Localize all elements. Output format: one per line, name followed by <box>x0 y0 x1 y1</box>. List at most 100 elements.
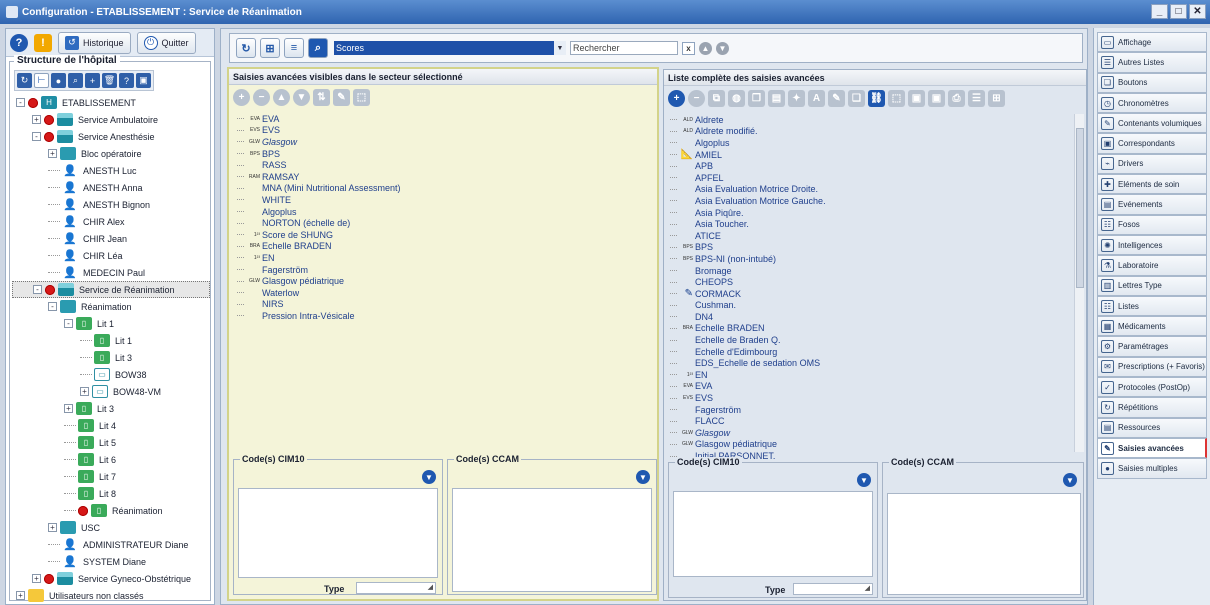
tree-node[interactable]: + ▯ Lit 3 <box>12 400 210 417</box>
search-button[interactable]: ⌕ <box>308 38 328 58</box>
tree-node[interactable]: + USC <box>12 519 210 536</box>
list-item[interactable]: Echelle d'Edimbourg <box>670 346 1070 358</box>
list-item[interactable]: 1²³ EN <box>670 369 1070 381</box>
globe-icon[interactable]: ◍ <box>728 89 745 107</box>
paste-icon[interactable]: ▤ <box>768 89 785 107</box>
list-item[interactable]: BPS BPS <box>670 242 1070 254</box>
menu-item-m-dicaments[interactable]: ▦ Médicaments <box>1097 316 1207 337</box>
expand-icon[interactable]: + <box>48 523 57 532</box>
expand-icon[interactable]: + <box>16 591 25 600</box>
expand-icon[interactable]: + <box>64 404 73 413</box>
ccam-box[interactable] <box>452 488 652 592</box>
tree-node[interactable]: ▯ Réanimation <box>12 502 210 519</box>
tree-node[interactable]: ▯ Lit 5 <box>12 434 210 451</box>
menu-item-saisies-avanc-es[interactable]: ✎ Saisies avancées <box>1097 437 1207 459</box>
download-icon[interactable]: ▼ <box>857 473 871 487</box>
list-item[interactable]: GLW Glasgow pédiatrique <box>237 275 647 287</box>
menu-item-fosos[interactable]: ☷ Fosos <box>1097 214 1207 235</box>
menu-item-affichage[interactable]: ▭ Affichage <box>1097 32 1207 53</box>
list-item[interactable]: ATICE <box>670 230 1070 242</box>
help-small-icon[interactable]: ? <box>119 73 134 88</box>
download-icon[interactable]: ▼ <box>422 470 436 484</box>
menu-item-correspondants[interactable]: ▣ Correspondants <box>1097 133 1207 154</box>
select-icon[interactable]: ⬚ <box>888 89 905 107</box>
delete-icon[interactable]: 🗑 <box>102 73 117 88</box>
menu-item-protocoles-postop-[interactable]: ✓ Protocoles (PostOp) <box>1097 377 1207 398</box>
warning-icon[interactable]: ! <box>34 33 52 52</box>
list-item[interactable]: 1²³ EN <box>237 252 647 264</box>
tree-node[interactable]: 👤 CHIR Alex <box>12 213 210 230</box>
download-icon[interactable]: ▼ <box>1063 473 1077 487</box>
menu-item-autres-listes[interactable]: ☰ Autres Listes <box>1097 52 1207 73</box>
tree-node[interactable]: 👤 MEDECIN Paul <box>12 264 210 281</box>
list-item[interactable]: Fagerström <box>237 264 647 276</box>
list-item[interactable]: Fagerström <box>670 404 1070 416</box>
tree-node[interactable]: 👤 ANESTH Luc <box>12 162 210 179</box>
list-item[interactable]: Pression Intra-Vésicale <box>237 310 647 322</box>
duplicate-icon[interactable]: ⧉ <box>708 89 725 107</box>
category-select[interactable]: Scores ▼ <box>334 41 566 55</box>
list-item[interactable]: NORTON (échelle de) <box>237 217 647 229</box>
list-item[interactable]: EVA EVA <box>237 113 647 125</box>
export-icon[interactable]: ▣ <box>136 73 151 88</box>
menu-item-lettres-type[interactable]: ▥ Lettres Type <box>1097 275 1207 296</box>
window-icon[interactable]: ❏ <box>848 89 865 107</box>
download-icon[interactable]: ▼ <box>636 470 650 484</box>
quitter-button[interactable]: ⏻ Quitter <box>136 31 196 54</box>
expand-icon[interactable]: + <box>80 387 89 396</box>
list-item[interactable]: GLW Glasgow <box>670 427 1070 439</box>
list-item[interactable]: BPS BPS-NI (non-intubé) <box>670 253 1070 265</box>
prev-result-icon[interactable]: ▲ <box>699 41 712 55</box>
list-item[interactable]: 📐 AMIEL <box>670 149 1070 161</box>
type-select[interactable]: ◢ <box>793 583 873 595</box>
next-result-icon[interactable]: ▼ <box>716 41 729 55</box>
list-item[interactable]: Algoplus <box>670 137 1070 149</box>
expand-icon[interactable]: + <box>32 115 41 124</box>
tree-node[interactable]: - H ETABLISSEMENT <box>12 94 210 111</box>
menu-item-boutons[interactable]: ❏ Boutons <box>1097 72 1207 93</box>
menu-item-prescriptions-favoris-[interactable]: ✉ Prescriptions (+ Favoris) <box>1097 356 1207 378</box>
list-item[interactable]: Bromage <box>670 265 1070 277</box>
list-item[interactable]: EVA EVA <box>670 381 1070 393</box>
list-item[interactable]: BRA Echelle BRADEN <box>237 241 647 253</box>
edit-icon[interactable]: ✎ <box>828 89 845 107</box>
text-icon[interactable]: A <box>808 89 825 107</box>
list-item[interactable]: ALD Aldrete modifié. <box>670 126 1070 138</box>
refresh-button[interactable]: ↻ <box>236 38 256 58</box>
list-item[interactable]: GLW Glasgow pédiatrique <box>670 439 1070 451</box>
menu-item-ev-nements[interactable]: ▤ Evénements <box>1097 194 1207 215</box>
list-item[interactable]: RASS <box>237 159 647 171</box>
move-up-icon[interactable]: ▲ <box>273 88 290 106</box>
list-item[interactable]: EVS EVS <box>670 392 1070 404</box>
expand-icon[interactable]: - <box>33 285 42 294</box>
tree-node[interactable]: + ▭ BOW48-VM <box>12 383 210 400</box>
menu-item-chronom-tres[interactable]: ◷ Chronomètres <box>1097 92 1207 114</box>
list-item[interactable]: Asia Piqûre. <box>670 207 1070 219</box>
list-item[interactable]: RAM RAMSAY <box>237 171 647 183</box>
list-item[interactable]: APB <box>670 160 1070 172</box>
list-item[interactable]: ALD Aldrete <box>670 114 1070 126</box>
menu-item-ressources[interactable]: ▤ Ressources <box>1097 417 1207 438</box>
person-icon[interactable]: ● <box>51 73 66 88</box>
list-item[interactable]: 1²³ Score de SHUNG <box>237 229 647 241</box>
menu-item-contenants-volumiques[interactable]: ✎ Contenants volumiques <box>1097 113 1207 134</box>
tree-node[interactable]: ▯ Lit 1 <box>12 332 210 349</box>
add-icon[interactable]: + <box>85 73 100 88</box>
type-select[interactable]: ◢ <box>356 582 436 594</box>
tree-node[interactable]: 👤 ANESTH Bignon <box>12 196 210 213</box>
remove-icon[interactable]: − <box>688 89 705 107</box>
search-icon[interactable]: ⌕ <box>68 73 83 88</box>
menu-item-param-trages[interactable]: ⚙ Paramétrages <box>1097 336 1207 357</box>
select-icon[interactable]: ⬚ <box>353 88 370 106</box>
tree-node[interactable]: ▯ Lit 4 <box>12 417 210 434</box>
list-item[interactable]: Asia Evaluation Motrice Gauche. <box>670 195 1070 207</box>
refresh-icon[interactable]: ↻ <box>17 73 32 88</box>
expand-icon[interactable]: - <box>64 319 73 328</box>
tree-node[interactable]: ▯ Lit 7 <box>12 468 210 485</box>
menu-item-el-ments-de-soin[interactable]: ✚ Eléments de soin <box>1097 174 1207 195</box>
menu-item-saisies-multiples[interactable]: ● Saisies multiples <box>1097 458 1207 479</box>
tree-node[interactable]: 👤 ANESTH Anna <box>12 179 210 196</box>
list-item[interactable]: WHITE <box>237 194 647 206</box>
tree-node[interactable]: 👤 CHIR Jean <box>12 230 210 247</box>
menu-item-listes[interactable]: ☷ Listes <box>1097 295 1207 317</box>
